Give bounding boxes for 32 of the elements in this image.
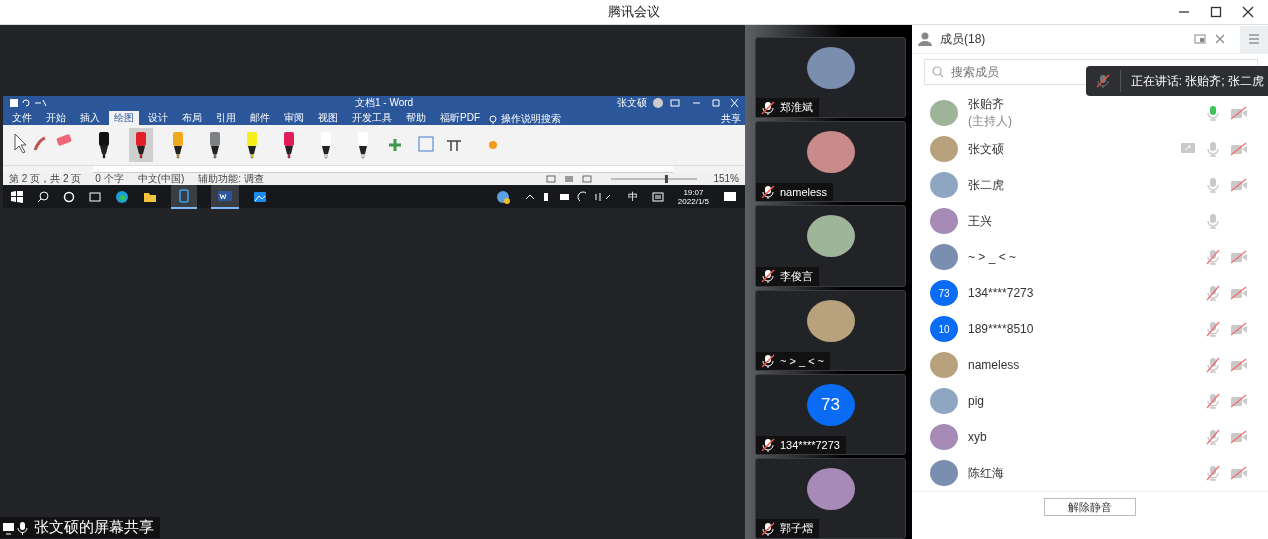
status-text: 辅助功能: 调查: [198, 173, 264, 185]
member-name: pig: [968, 394, 984, 408]
panel-title: 成员(18): [940, 30, 986, 48]
number-avatar: 73: [930, 280, 958, 306]
window-title: 腾讯会议: [608, 3, 660, 21]
member-name: 张贻齐: [968, 96, 1005, 113]
member-name: xyb: [968, 430, 987, 444]
participant-name: 郭子熠: [780, 521, 813, 537]
participant-name: ~ > _ < ~: [780, 354, 825, 367]
zoom-percent: 151%: [713, 173, 739, 185]
member-name: 陈红海: [968, 464, 1004, 482]
participant-name: nameless: [780, 186, 828, 199]
member-name: ~ > _ < ~: [968, 250, 1017, 264]
user-name: 张文硕: [617, 96, 647, 110]
member-name: 189****8510: [968, 322, 1034, 336]
participant-name: 李俊言: [780, 268, 813, 284]
speaking-text: 正在讲话: 张贻齐; 张二虎: [1130, 72, 1264, 90]
number-avatar: 10: [930, 316, 958, 342]
screen-share-title: 张文硕的屏幕共享: [34, 518, 154, 537]
member-name: nameless: [968, 358, 1020, 372]
number-avatar: 73: [806, 383, 855, 426]
status-text: 第 2 页，共 2 页: [9, 173, 82, 185]
participant-name: 郑淮斌: [780, 100, 813, 116]
member-role: (主持人): [968, 113, 1012, 130]
status-text: 中文(中国): [137, 173, 185, 185]
member-name: 王兴: [968, 212, 992, 230]
member-name: 张二虎: [968, 176, 1004, 194]
status-text: 0 个字: [95, 173, 124, 185]
member-name: 张文硕: [968, 140, 1004, 158]
document-title: 文档1 - Word: [355, 96, 414, 110]
participant-name: 134****7273: [780, 438, 840, 451]
member-name: 134****7273: [968, 286, 1034, 300]
